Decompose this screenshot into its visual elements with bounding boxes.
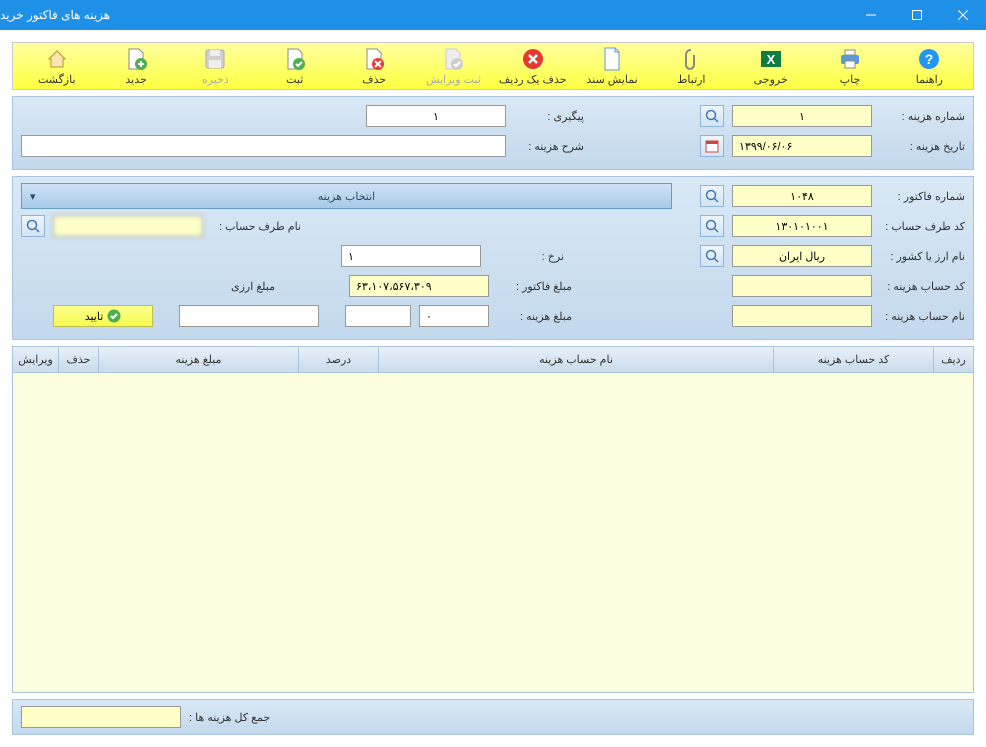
- party-code-label: کد طرف حساب :: [880, 220, 965, 233]
- new-icon: [124, 47, 148, 71]
- col-del: حذف: [58, 347, 98, 372]
- cost-amount-input[interactable]: [419, 305, 489, 327]
- invoice-no-search[interactable]: [700, 185, 724, 207]
- minimize-button[interactable]: [848, 0, 894, 30]
- print-icon: [838, 47, 862, 71]
- search-icon: [705, 109, 719, 123]
- cost-acc-code-input[interactable]: [732, 275, 872, 297]
- attachment-icon: [679, 47, 703, 71]
- export-button[interactable]: X خروجی: [736, 47, 806, 86]
- delete-row-button[interactable]: حذف یک ردیف: [498, 47, 568, 86]
- party-name-input[interactable]: [53, 215, 203, 237]
- currency-amount-input[interactable]: [179, 305, 319, 327]
- save-button[interactable]: ذخیره: [180, 47, 250, 86]
- select-cost-dropdown[interactable]: انتخاب هزینه ▾: [21, 183, 672, 209]
- rate-label: نرخ :: [489, 250, 564, 263]
- help-button[interactable]: ? راهنما: [894, 47, 964, 86]
- cost-acc-code-label: کد حساب هزینه :: [880, 280, 965, 293]
- search-icon: [26, 219, 40, 233]
- col-row: ردیف: [933, 347, 973, 372]
- toolbar: بازگشت جدید ذخیره ثبت حذف ثبت ویرایش حذف…: [12, 42, 974, 90]
- cost-acc-name-label: نام حساب هزینه :: [880, 310, 965, 323]
- footer-panel: جمع کل هزینه ها :: [12, 699, 974, 735]
- window-title: هزینه های فاکتور خرید: [0, 8, 120, 22]
- party-code-search[interactable]: [700, 215, 724, 237]
- cost-desc-input[interactable]: [21, 135, 506, 157]
- maximize-button[interactable]: [894, 0, 940, 30]
- check-icon: [107, 309, 121, 323]
- party-name-search[interactable]: [21, 215, 45, 237]
- party-code-input[interactable]: [732, 215, 872, 237]
- invoice-panel: شماره فاکتور : انتخاب هزینه ▾ کد طرف حسا…: [12, 176, 974, 340]
- cost-amount-label: مبلغ هزینه :: [497, 310, 572, 323]
- col-edit: ویرایش: [13, 347, 58, 372]
- invoice-amount-label: مبلغ فاکتور :: [497, 280, 572, 293]
- submit-edit-button[interactable]: ثبت ویرایش: [418, 47, 488, 86]
- window-controls: [848, 0, 986, 30]
- svg-text:?: ?: [925, 51, 934, 67]
- home-icon: [45, 47, 69, 71]
- cost-date-picker[interactable]: [700, 135, 724, 157]
- save-icon: [203, 47, 227, 71]
- help-icon: ?: [917, 47, 941, 71]
- submit-icon: [283, 47, 307, 71]
- search-icon: [705, 249, 719, 263]
- submit-button[interactable]: ثبت: [260, 47, 330, 86]
- party-name-label: نام طرف حساب :: [211, 220, 301, 233]
- col-name: نام حساب هزینه: [378, 347, 773, 372]
- rate-input[interactable]: [341, 245, 481, 267]
- link-button[interactable]: ارتباط: [656, 47, 726, 86]
- titlebar: هزینه های فاکتور خرید: [0, 0, 986, 30]
- cost-date-label: تاریخ هزینه :: [880, 140, 965, 153]
- invoice-no-label: شماره فاکتور :: [880, 190, 965, 203]
- confirm-button[interactable]: تایید: [53, 305, 153, 327]
- invoice-amount-input[interactable]: [349, 275, 489, 297]
- delete-icon: [362, 47, 386, 71]
- submit-edit-icon: [441, 47, 465, 71]
- cost-acc-name-input[interactable]: [732, 305, 872, 327]
- delete-row-icon: [521, 47, 545, 71]
- cost-no-label: شماره هزینه :: [880, 110, 965, 123]
- cost-amount-input2[interactable]: [345, 305, 411, 327]
- table-header: ردیف کد حساب هزینه نام حساب هزینه درصد م…: [13, 347, 973, 373]
- svg-text:X: X: [766, 52, 775, 67]
- calendar-icon: [705, 139, 719, 153]
- close-button[interactable]: [940, 0, 986, 30]
- cost-desc-label: شرح هزینه :: [514, 140, 584, 153]
- back-button[interactable]: بازگشت: [22, 47, 92, 86]
- show-doc-button[interactable]: نمایش سند: [577, 47, 647, 86]
- new-button[interactable]: جدید: [101, 47, 171, 86]
- currency-search[interactable]: [700, 245, 724, 267]
- cost-table: ردیف کد حساب هزینه نام حساب هزینه درصد م…: [12, 346, 974, 693]
- total-cost-input: [21, 706, 181, 728]
- followup-input[interactable]: [366, 105, 506, 127]
- search-icon: [705, 219, 719, 233]
- col-code: کد حساب هزینه: [773, 347, 933, 372]
- header-panel: شماره هزینه : پیگیری : تاریخ هزینه : شرح…: [12, 96, 974, 170]
- col-pct: درصد: [298, 347, 378, 372]
- excel-icon: X: [759, 47, 783, 71]
- currency-input[interactable]: [732, 245, 872, 267]
- chevron-down-icon: ▾: [30, 190, 36, 203]
- col-amt: مبلغ هزینه: [98, 347, 298, 372]
- table-body[interactable]: [13, 373, 973, 692]
- currency-amount-label: مبلغ ارزی: [223, 280, 283, 293]
- followup-label: پیگیری :: [514, 110, 584, 123]
- document-icon: [600, 47, 624, 71]
- invoice-no-input[interactable]: [732, 185, 872, 207]
- print-button[interactable]: چاپ: [815, 47, 885, 86]
- currency-label: نام ارز یا کشور :: [880, 250, 965, 263]
- total-cost-label: جمع کل هزینه ها :: [189, 711, 270, 724]
- cost-date-input[interactable]: [732, 135, 872, 157]
- delete-button[interactable]: حذف: [339, 47, 409, 86]
- cost-no-search[interactable]: [700, 105, 724, 127]
- search-icon: [705, 189, 719, 203]
- cost-no-input[interactable]: [732, 105, 872, 127]
